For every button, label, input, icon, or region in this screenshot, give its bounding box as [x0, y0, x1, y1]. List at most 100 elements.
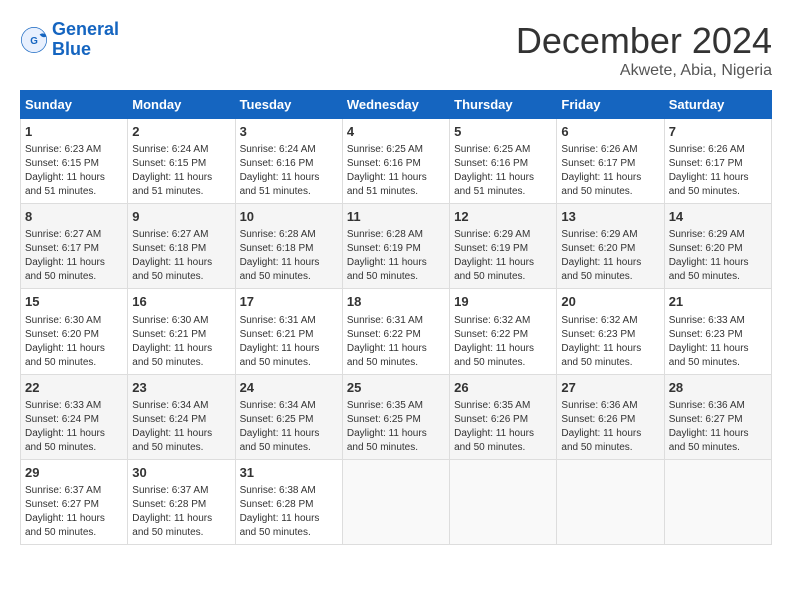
header-day-sunday: Sunday [21, 91, 128, 119]
day-info: Sunrise: 6:29 AM Sunset: 6:20 PM Dayligh… [669, 228, 767, 284]
calendar-cell: 17 Sunrise: 6:31 AM Sunset: 6:21 PM Dayli… [235, 289, 342, 374]
day-info: Sunrise: 6:27 AM Sunset: 6:17 PM Dayligh… [25, 228, 123, 284]
day-info: Sunrise: 6:37 AM Sunset: 6:28 PM Dayligh… [132, 484, 230, 540]
calendar-cell: 27Sunrise: 6:36 AM Sunset: 6:26 PM Dayli… [557, 374, 664, 459]
calendar-cell: 11 Sunrise: 6:28 AM Sunset: 6:19 PM Dayli… [342, 204, 449, 289]
day-info: Sunrise: 6:34 AM Sunset: 6:24 PM Dayligh… [132, 399, 230, 455]
day-number: 13 [561, 208, 659, 226]
day-number: 6 [561, 123, 659, 141]
day-number: 19 [454, 293, 552, 311]
week-row-4: 22Sunrise: 6:33 AM Sunset: 6:24 PM Dayli… [21, 374, 772, 459]
calendar-cell [664, 459, 771, 544]
day-info: Sunrise: 6:26 AM Sunset: 6:17 PM Dayligh… [669, 143, 767, 199]
day-info: Sunrise: 6:23 AM Sunset: 6:15 PM Dayligh… [25, 143, 123, 199]
day-info: Sunrise: 6:34 AM Sunset: 6:25 PM Dayligh… [240, 399, 338, 455]
day-info: Sunrise: 6:38 AM Sunset: 6:28 PM Dayligh… [240, 484, 338, 540]
day-number: 7 [669, 123, 767, 141]
day-number: 14 [669, 208, 767, 226]
day-info: Sunrise: 6:33 AM Sunset: 6:24 PM Dayligh… [25, 399, 123, 455]
calendar-cell: 12 Sunrise: 6:29 AM Sunset: 6:19 PM Dayli… [450, 204, 557, 289]
day-info: Sunrise: 6:36 AM Sunset: 6:26 PM Dayligh… [561, 399, 659, 455]
calendar-cell: 1 Sunrise: 6:23 AM Sunset: 6:15 PM Daylig… [21, 119, 128, 204]
day-info: Sunrise: 6:27 AM Sunset: 6:18 PM Dayligh… [132, 228, 230, 284]
day-number: 8 [25, 208, 123, 226]
day-info: Sunrise: 6:31 AM Sunset: 6:21 PM Dayligh… [240, 314, 338, 370]
calendar-cell: 8 Sunrise: 6:27 AM Sunset: 6:17 PM Daylig… [21, 204, 128, 289]
day-number: 30 [132, 464, 230, 482]
calendar-cell: 10 Sunrise: 6:28 AM Sunset: 6:18 PM Dayli… [235, 204, 342, 289]
header-day-saturday: Saturday [664, 91, 771, 119]
day-number: 10 [240, 208, 338, 226]
calendar-cell: 20 Sunrise: 6:32 AM Sunset: 6:23 PM Dayli… [557, 289, 664, 374]
week-row-2: 8 Sunrise: 6:27 AM Sunset: 6:17 PM Daylig… [21, 204, 772, 289]
header-day-monday: Monday [128, 91, 235, 119]
header-day-friday: Friday [557, 91, 664, 119]
calendar-cell: 16 Sunrise: 6:30 AM Sunset: 6:21 PM Dayli… [128, 289, 235, 374]
calendar-cell [342, 459, 449, 544]
logo: G General Blue [20, 20, 119, 60]
calendar-cell [450, 459, 557, 544]
day-number: 9 [132, 208, 230, 226]
logo-text: General Blue [52, 20, 119, 60]
day-number: 5 [454, 123, 552, 141]
day-info: Sunrise: 6:35 AM Sunset: 6:26 PM Dayligh… [454, 399, 552, 455]
day-number: 23 [132, 379, 230, 397]
calendar-cell: 25Sunrise: 6:35 AM Sunset: 6:25 PM Dayli… [342, 374, 449, 459]
day-number: 20 [561, 293, 659, 311]
calendar-cell: 2Sunrise: 6:24 AM Sunset: 6:15 PM Daylig… [128, 119, 235, 204]
calendar-cell: 3Sunrise: 6:24 AM Sunset: 6:16 PM Daylig… [235, 119, 342, 204]
day-info: Sunrise: 6:30 AM Sunset: 6:20 PM Dayligh… [25, 314, 123, 370]
day-info: Sunrise: 6:33 AM Sunset: 6:23 PM Dayligh… [669, 314, 767, 370]
week-row-1: 1 Sunrise: 6:23 AM Sunset: 6:15 PM Daylig… [21, 119, 772, 204]
day-number: 31 [240, 464, 338, 482]
day-number: 29 [25, 464, 123, 482]
calendar-table: SundayMondayTuesdayWednesdayThursdayFrid… [20, 90, 772, 545]
calendar-cell: 4 Sunrise: 6:25 AM Sunset: 6:16 PM Daylig… [342, 119, 449, 204]
day-number: 24 [240, 379, 338, 397]
day-info: Sunrise: 6:32 AM Sunset: 6:23 PM Dayligh… [561, 314, 659, 370]
day-info: Sunrise: 6:24 AM Sunset: 6:16 PM Dayligh… [240, 143, 338, 199]
calendar-cell: 18 Sunrise: 6:31 AM Sunset: 6:22 PM Dayli… [342, 289, 449, 374]
day-info: Sunrise: 6:36 AM Sunset: 6:27 PM Dayligh… [669, 399, 767, 455]
location: Akwete, Abia, Nigeria [516, 62, 772, 80]
calendar-cell: 23 Sunrise: 6:34 AM Sunset: 6:24 PM Dayli… [128, 374, 235, 459]
day-info: Sunrise: 6:26 AM Sunset: 6:17 PM Dayligh… [561, 143, 659, 199]
calendar-cell: 29 Sunrise: 6:37 AM Sunset: 6:27 PM Dayli… [21, 459, 128, 544]
day-info: Sunrise: 6:28 AM Sunset: 6:18 PM Dayligh… [240, 228, 338, 284]
calendar-cell: 30 Sunrise: 6:37 AM Sunset: 6:28 PM Dayli… [128, 459, 235, 544]
day-info: Sunrise: 6:31 AM Sunset: 6:22 PM Dayligh… [347, 314, 445, 370]
day-info: Sunrise: 6:32 AM Sunset: 6:22 PM Dayligh… [454, 314, 552, 370]
day-number: 25 [347, 379, 445, 397]
day-info: Sunrise: 6:25 AM Sunset: 6:16 PM Dayligh… [347, 143, 445, 199]
calendar-cell: 5 Sunrise: 6:25 AM Sunset: 6:16 PM Daylig… [450, 119, 557, 204]
calendar-header: SundayMondayTuesdayWednesdayThursdayFrid… [21, 91, 772, 119]
day-number: 26 [454, 379, 552, 397]
header-day-tuesday: Tuesday [235, 91, 342, 119]
day-number: 11 [347, 208, 445, 226]
calendar-cell: 9 Sunrise: 6:27 AM Sunset: 6:18 PM Daylig… [128, 204, 235, 289]
day-info: Sunrise: 6:24 AM Sunset: 6:15 PM Dayligh… [132, 143, 230, 199]
day-number: 16 [132, 293, 230, 311]
week-row-5: 29 Sunrise: 6:37 AM Sunset: 6:27 PM Dayli… [21, 459, 772, 544]
calendar-body: 1 Sunrise: 6:23 AM Sunset: 6:15 PM Daylig… [21, 119, 772, 545]
calendar-cell: 31 Sunrise: 6:38 AM Sunset: 6:28 PM Dayli… [235, 459, 342, 544]
calendar-cell: 28Sunrise: 6:36 AM Sunset: 6:27 PM Dayli… [664, 374, 771, 459]
day-info: Sunrise: 6:37 AM Sunset: 6:27 PM Dayligh… [25, 484, 123, 540]
title-block: December 2024 Akwete, Abia, Nigeria [516, 20, 772, 80]
day-number: 4 [347, 123, 445, 141]
calendar-cell: 15 Sunrise: 6:30 AM Sunset: 6:20 PM Dayli… [21, 289, 128, 374]
calendar-cell: 26 Sunrise: 6:35 AM Sunset: 6:26 PM Dayli… [450, 374, 557, 459]
day-number: 12 [454, 208, 552, 226]
day-info: Sunrise: 6:25 AM Sunset: 6:16 PM Dayligh… [454, 143, 552, 199]
day-number: 21 [669, 293, 767, 311]
day-number: 1 [25, 123, 123, 141]
month-title: December 2024 [516, 20, 772, 62]
day-number: 18 [347, 293, 445, 311]
header-row: SundayMondayTuesdayWednesdayThursdayFrid… [21, 91, 772, 119]
day-number: 17 [240, 293, 338, 311]
page-header: G General Blue December 2024 Akwete, Abi… [20, 20, 772, 80]
day-number: 15 [25, 293, 123, 311]
day-info: Sunrise: 6:30 AM Sunset: 6:21 PM Dayligh… [132, 314, 230, 370]
day-info: Sunrise: 6:28 AM Sunset: 6:19 PM Dayligh… [347, 228, 445, 284]
day-info: Sunrise: 6:29 AM Sunset: 6:19 PM Dayligh… [454, 228, 552, 284]
